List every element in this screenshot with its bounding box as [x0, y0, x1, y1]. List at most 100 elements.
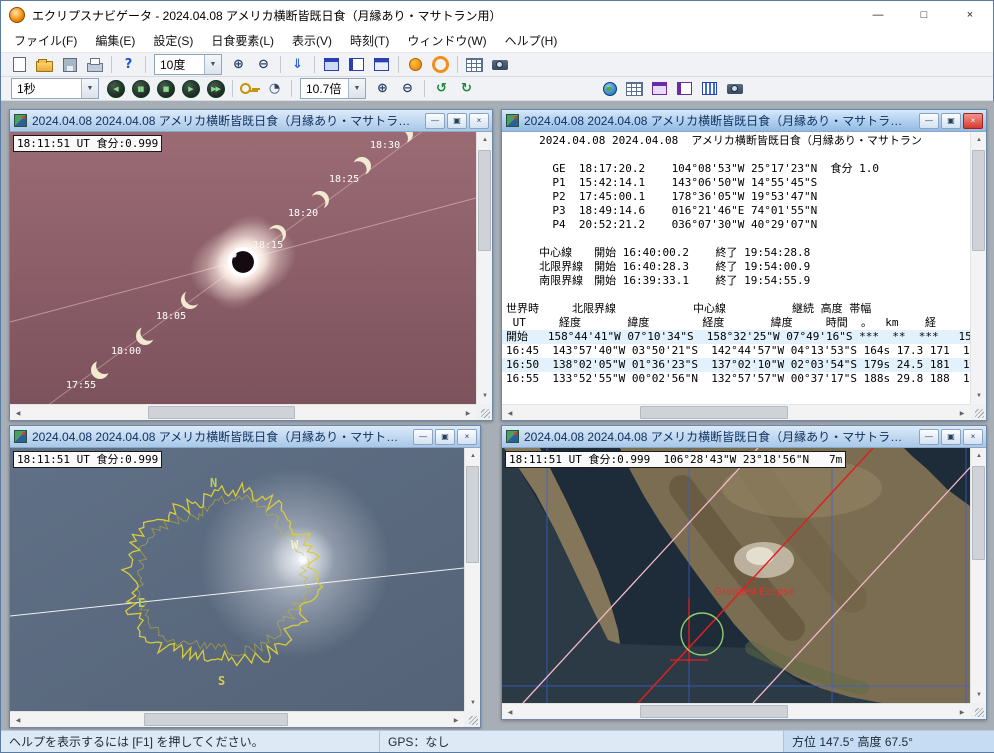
location-key-button[interactable]	[237, 78, 262, 100]
menu-window[interactable]: ウィンドウ(W)	[398, 29, 495, 52]
map-window-titlebar[interactable]: 2024.04.08 2024.04.08 アメリカ横断皆既日食（月縁あり・マサ…	[502, 426, 986, 448]
zoom-out-button[interactable]: ⊖	[251, 54, 276, 76]
menu-view[interactable]: 表示(V)	[283, 29, 341, 52]
menu-help[interactable]: ヘルプ(H)	[496, 29, 567, 52]
new-file-button[interactable]	[7, 54, 32, 76]
chevron-down-icon[interactable]: ▼	[348, 79, 365, 98]
resize-grip[interactable]	[970, 404, 986, 420]
save-button[interactable]	[57, 54, 82, 76]
scrollbar-track[interactable]	[465, 464, 480, 695]
scrollbar-thumb[interactable]	[478, 150, 491, 251]
magnification-select[interactable]: 10.7倍▼	[300, 78, 366, 99]
corona-hscrollbar[interactable]: ◀▶	[10, 711, 464, 727]
scroll-right-button[interactable]: ▶	[448, 712, 464, 728]
sim-minimize-button[interactable]: —	[425, 113, 445, 129]
ephemeris-table-button[interactable]	[462, 54, 487, 76]
sim-vscrollbar[interactable]: ▲▼	[476, 132, 492, 404]
scroll-left-button[interactable]: ◀	[502, 405, 518, 421]
scrollbar-track[interactable]	[971, 148, 986, 388]
corona-restore-button[interactable]: ▣	[435, 429, 455, 445]
scroll-right-button[interactable]: ▶	[954, 704, 970, 720]
open-file-button[interactable]	[32, 54, 57, 76]
map-hscrollbar[interactable]: ◀▶	[502, 703, 970, 719]
close-button[interactable]: ×	[947, 1, 993, 29]
sim-restore-button[interactable]: ▣	[447, 113, 467, 129]
scroll-down-button[interactable]: ▼	[971, 687, 987, 703]
data-view-button[interactable]	[344, 54, 369, 76]
scroll-right-button[interactable]: ▶	[954, 405, 970, 421]
scroll-up-button[interactable]: ▲	[477, 132, 493, 148]
map-close-button[interactable]: ×	[963, 429, 983, 445]
map-restore-button[interactable]: ▣	[941, 429, 961, 445]
scrollbar-track[interactable]	[518, 405, 954, 420]
menu-eclipse-elements[interactable]: 日食要素(L)	[202, 29, 283, 52]
capture-button[interactable]	[722, 78, 747, 100]
data-minimize-button[interactable]: —	[919, 113, 939, 129]
corona-view-button[interactable]	[428, 54, 453, 76]
corona-window-titlebar[interactable]: 2024.04.08 2024.04.08 アメリカ横断皆既日食（月縁あり・マサ…	[10, 426, 480, 448]
pause-button[interactable]: ▮▮	[128, 78, 153, 100]
import-elements-button[interactable]: ⇓	[285, 54, 310, 76]
menu-time[interactable]: 時刻(T)	[341, 29, 398, 52]
sim-close-button[interactable]: ×	[469, 113, 489, 129]
data-hscrollbar[interactable]: ◀▶	[502, 404, 970, 420]
scrollbar-track[interactable]	[971, 464, 986, 687]
scrollbar-track[interactable]	[26, 712, 448, 727]
resize-grip[interactable]	[476, 404, 492, 420]
scroll-up-button[interactable]: ▲	[971, 132, 987, 148]
play-reverse-button[interactable]: ◀	[103, 78, 128, 100]
sim-window-titlebar[interactable]: 2024.04.08 2024.04.08 アメリカ横断皆既日食（月縁あり・マサ…	[10, 110, 492, 132]
scroll-right-button[interactable]: ▶	[460, 405, 476, 421]
scrollbar-thumb[interactable]	[972, 466, 985, 560]
bar-chart-button[interactable]	[697, 78, 722, 100]
local-circumstances-button[interactable]	[622, 78, 647, 100]
scrollbar-thumb[interactable]	[640, 406, 788, 419]
menu-edit[interactable]: 編集(E)	[86, 29, 144, 52]
sun-view-button[interactable]	[403, 54, 428, 76]
data-close-button[interactable]: ×	[963, 113, 983, 129]
scrollbar-thumb[interactable]	[148, 406, 296, 419]
rotate-right-button[interactable]: ↻	[454, 78, 479, 100]
scroll-down-button[interactable]: ▼	[477, 388, 493, 404]
data-vscrollbar[interactable]: ▲▼	[970, 132, 986, 404]
map-view[interactable]: 18:11:51 UT 食分:0.999 106°28'43"W 23°18'5…	[502, 448, 970, 703]
scrollbar-track[interactable]	[518, 704, 954, 719]
resize-grip[interactable]	[970, 703, 986, 719]
minimize-button[interactable]: —	[855, 1, 901, 29]
time-dial-button[interactable]: ◔	[262, 78, 287, 100]
fov-select[interactable]: 10度▼	[154, 54, 222, 75]
corona-minimize-button[interactable]: —	[413, 429, 433, 445]
scroll-down-button[interactable]: ▼	[465, 695, 481, 711]
time-step-select[interactable]: 1秒▼	[11, 78, 99, 99]
scroll-up-button[interactable]: ▲	[465, 448, 481, 464]
sim-view[interactable]: 17:5518:0018:0518:1518:2018:2518:30 18:1…	[10, 132, 476, 404]
mag-zoom-in-button[interactable]: ⊕	[370, 78, 395, 100]
map-vscrollbar[interactable]: ▲▼	[970, 448, 986, 703]
window-titlebar[interactable]: エクリプスナビゲータ - 2024.04.08 アメリカ横断皆既日食（月縁あり・…	[1, 1, 993, 29]
chevron-down-icon[interactable]: ▼	[204, 55, 221, 74]
scrollbar-track[interactable]	[26, 405, 460, 420]
maximize-button[interactable]: □	[901, 1, 947, 29]
map-view-button[interactable]	[369, 54, 394, 76]
menu-settings[interactable]: 設定(S)	[144, 29, 202, 52]
scroll-left-button[interactable]: ◀	[502, 704, 518, 720]
scrollbar-thumb[interactable]	[466, 466, 479, 563]
corona-vscrollbar[interactable]: ▲▼	[464, 448, 480, 711]
scrollbar-thumb[interactable]	[144, 713, 287, 726]
scroll-down-button[interactable]: ▼	[971, 388, 987, 404]
corona-close-button[interactable]: ×	[457, 429, 477, 445]
help-button[interactable]: ?	[116, 54, 141, 76]
mag-zoom-out-button[interactable]: ⊖	[395, 78, 420, 100]
data-window-titlebar[interactable]: 2024.04.08 2024.04.08 アメリカ横断皆既日食（月縁あり・マサ…	[502, 110, 986, 132]
play-button[interactable]: ▶	[178, 78, 203, 100]
contact-window-button[interactable]	[647, 78, 672, 100]
print-button[interactable]	[82, 54, 107, 76]
stop-button[interactable]: ■	[153, 78, 178, 100]
graph-window-button[interactable]	[672, 78, 697, 100]
eclipse-data-view[interactable]: 2024.04.08 2024.04.08 アメリカ横断皆既日食（月縁あり・マサ…	[502, 132, 970, 404]
scrollbar-thumb[interactable]	[640, 705, 788, 718]
chevron-down-icon[interactable]: ▼	[81, 79, 98, 98]
scrollbar-track[interactable]	[477, 148, 492, 388]
scroll-left-button[interactable]: ◀	[10, 405, 26, 421]
scroll-left-button[interactable]: ◀	[10, 712, 26, 728]
